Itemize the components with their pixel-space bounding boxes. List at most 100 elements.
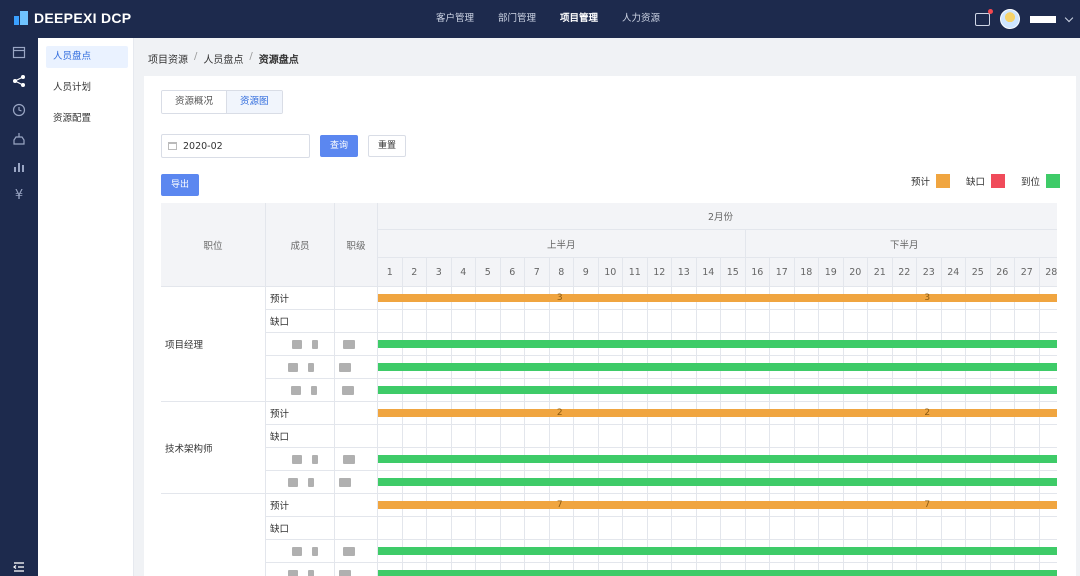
header-day: 11 <box>623 258 648 287</box>
day-cell <box>966 517 991 540</box>
member-cell: 缺口 <box>266 425 335 448</box>
header-day: 5 <box>476 258 501 287</box>
avatar[interactable] <box>1000 9 1020 29</box>
day-cell <box>794 425 819 448</box>
in-place-bar[interactable] <box>378 455 1057 463</box>
day-cell <box>941 310 966 333</box>
forecast-bar[interactable] <box>378 409 1057 417</box>
member-cell: 预计 <box>266 287 335 310</box>
header-day: 26 <box>990 258 1015 287</box>
redacted-name <box>288 478 298 487</box>
breadcrumb-item[interactable]: 项目资源 <box>148 51 188 66</box>
forecast-count: 2 <box>924 408 931 418</box>
redacted-name <box>288 570 298 576</box>
day-cell <box>451 517 476 540</box>
share-icon[interactable] <box>11 74 27 90</box>
day-cell <box>672 310 697 333</box>
header-day: 2 <box>402 258 427 287</box>
header-position: 职位 <box>161 203 266 287</box>
day-cell <box>549 310 574 333</box>
header-day: 17 <box>770 258 795 287</box>
query-button[interactable]: 查询 <box>320 135 358 157</box>
day-cell <box>868 425 893 448</box>
chevron-down-icon[interactable] <box>1064 13 1074 22</box>
day-cell <box>721 517 746 540</box>
in-place-bar[interactable] <box>378 478 1057 486</box>
tab-resource-overview[interactable]: 资源概况 <box>162 91 227 113</box>
calendar-icon <box>168 142 177 150</box>
view-tabs: 资源概况 资源图 <box>161 90 283 114</box>
day-cell <box>378 517 403 540</box>
day-cell <box>696 310 721 333</box>
day-cell <box>402 517 427 540</box>
legend-label-in-place: 到位 <box>1020 177 1040 188</box>
redacted-name <box>292 455 302 464</box>
in-place-bar[interactable] <box>378 547 1057 555</box>
forecast-count: 7 <box>556 500 563 510</box>
message-icon[interactable] <box>975 8 993 26</box>
forecast-bar[interactable] <box>378 501 1057 509</box>
in-place-bar[interactable] <box>378 570 1057 576</box>
day-cell <box>598 310 623 333</box>
day-cell <box>647 517 672 540</box>
header-day: 27 <box>1015 258 1040 287</box>
in-place-bar[interactable] <box>378 386 1057 394</box>
reset-button[interactable]: 重置 <box>368 135 406 157</box>
topnav-item-department[interactable]: 部门管理 <box>486 0 548 38</box>
topnav-item-customer[interactable]: 客户管理 <box>424 0 486 38</box>
topnav-item-hr[interactable]: 人力资源 <box>610 0 672 38</box>
day-cell <box>451 310 476 333</box>
export-button[interactable]: 导出 <box>161 174 199 196</box>
month-picker-value: 2020-02 <box>183 140 223 152</box>
clock-icon[interactable] <box>11 103 27 119</box>
day-cell <box>598 425 623 448</box>
yen-icon[interactable]: ¥ <box>11 188 27 204</box>
day-cell <box>696 425 721 448</box>
redacted-name <box>291 386 301 395</box>
username-redacted[interactable] <box>1030 15 1056 23</box>
day-cell <box>672 425 697 448</box>
sidebar-item-staff-inventory[interactable]: 人员盘点 <box>46 46 128 68</box>
day-cell <box>892 310 917 333</box>
calendar-icon[interactable] <box>11 45 27 61</box>
day-cell <box>794 517 819 540</box>
header-day: 6 <box>500 258 525 287</box>
redacted-name <box>339 478 351 487</box>
redacted-name <box>312 340 318 349</box>
sidebar: 人员盘点 人员计划 资源配置 <box>38 38 134 576</box>
in-place-bar[interactable] <box>378 340 1057 348</box>
day-cell <box>574 310 599 333</box>
month-picker[interactable]: 2020-02 <box>161 134 310 158</box>
sidebar-item-resource-config[interactable]: 资源配置 <box>46 108 128 130</box>
tab-resource-chart[interactable]: 资源图 <box>226 91 282 113</box>
header-day: 12 <box>647 258 672 287</box>
day-cell <box>378 425 403 448</box>
level-cell <box>335 310 378 333</box>
day-cell <box>549 425 574 448</box>
sidebar-item-staff-plan[interactable]: 人员计划 <box>46 77 128 99</box>
level-cell <box>335 287 378 310</box>
redacted-name <box>288 363 298 372</box>
header-day: 22 <box>892 258 917 287</box>
level-cell <box>335 333 378 356</box>
day-cell <box>476 425 501 448</box>
breadcrumb-separator: / <box>194 51 198 62</box>
day-cell <box>476 517 501 540</box>
collapse-menu-icon[interactable] <box>11 562 27 572</box>
bar-chart-icon[interactable] <box>11 160 27 176</box>
topnav-item-project[interactable]: 项目管理 <box>548 0 610 38</box>
header-day: 16 <box>745 258 770 287</box>
day-cell <box>525 517 550 540</box>
day-cell <box>819 517 844 540</box>
in-place-bar[interactable] <box>378 363 1057 371</box>
breadcrumb-item[interactable]: 人员盘点 <box>203 51 243 66</box>
header-day: 1 <box>378 258 403 287</box>
header-day: 10 <box>598 258 623 287</box>
day-cell <box>476 310 501 333</box>
forecast-bar[interactable] <box>378 294 1057 302</box>
header-day: 28 <box>1039 258 1057 287</box>
day-cell <box>941 517 966 540</box>
inbox-icon[interactable] <box>11 132 27 148</box>
logo[interactable]: DEEPEXI DCP <box>14 10 131 26</box>
header-member: 成员 <box>266 203 335 287</box>
